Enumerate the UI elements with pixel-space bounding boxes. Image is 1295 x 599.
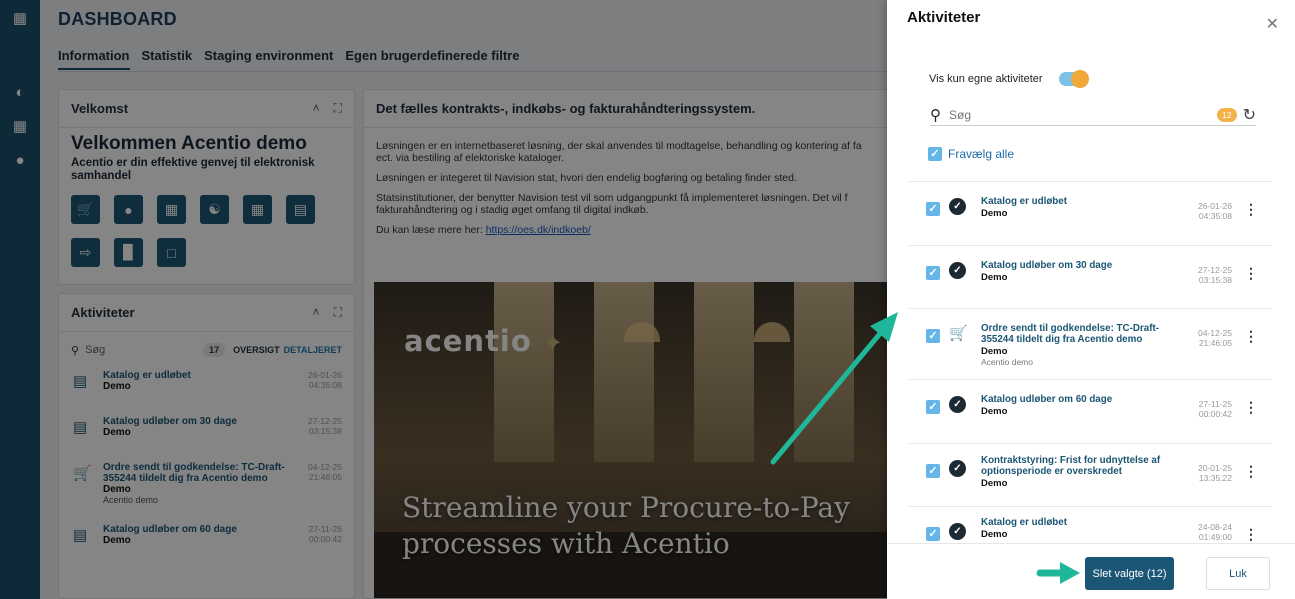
- list-item[interactable]: ✓ 🛒 Ordre sendt til godkendelse: TC-Draf…: [909, 309, 1272, 380]
- search-icon: ⚲: [930, 106, 941, 124]
- checkbox-icon[interactable]: ✓: [926, 329, 940, 343]
- more-menu-icon[interactable]: ⋮: [1244, 201, 1258, 218]
- list-item[interactable]: ✓ ✓ Katalog er udløbet Demo 26-01-26 04:35…: [909, 182, 1272, 246]
- activity-date-time: 04:35:08: [1198, 211, 1232, 221]
- more-menu-icon[interactable]: ⋮: [1244, 463, 1258, 480]
- activity-title-text: Katalog er udløbet: [981, 196, 1068, 207]
- activity-date: 20-01-25 13:35:22: [1198, 463, 1232, 483]
- drawer-title: Aktiviteter: [907, 9, 981, 26]
- checkbox-icon[interactable]: ✓: [926, 463, 940, 478]
- deselect-all-label: Fravælg alle: [948, 147, 1015, 161]
- drawer-search: ⚲ 12 ↻: [930, 104, 1256, 126]
- activity-title-text: Katalog udløber om 30 dage: [981, 259, 1113, 271]
- refresh-icon[interactable]: ↻: [1243, 105, 1256, 125]
- drawer-footer: Slet valgte (12) Luk: [887, 543, 1295, 599]
- activity-title: Katalog er udløbet Demo: [981, 517, 1173, 540]
- activity-date-day: 26-01-26: [1197, 201, 1232, 211]
- activity-date: 24-08-24 01:49:00: [1198, 522, 1232, 542]
- check-circle-icon: ✓: [949, 459, 966, 477]
- check-circle-icon: ✓: [949, 523, 966, 540]
- activity-sub: Demo: [981, 529, 1008, 540]
- activity-title: Katalog er udløbet Demo: [981, 196, 1173, 219]
- own-activities-toggle-row: Vis kun egne aktiviteter: [929, 70, 1089, 88]
- more-menu-icon[interactable]: ⋮: [1244, 399, 1258, 416]
- own-activities-toggle[interactable]: [1058, 70, 1089, 88]
- checkbox-icon[interactable]: ✓: [926, 400, 940, 414]
- more-menu-icon[interactable]: ⋮: [1244, 265, 1258, 282]
- drawer-activity-list: ✓ ✓ Katalog er udløbet Demo 26-01-26 04:35…: [909, 181, 1272, 543]
- checkbox-icon[interactable]: ✓: [926, 202, 940, 216]
- cart-icon: 🛒: [949, 325, 968, 342]
- drawer-search-input[interactable]: [949, 107, 1218, 122]
- activity-sub: Demo: [981, 477, 1008, 489]
- activity-title: Katalog udløber om 60 dage Demo: [981, 394, 1173, 417]
- activity-title-text: Katalog udløber om 60 dage: [981, 394, 1113, 405]
- activity-title-text: Katalog er udløbet: [981, 517, 1068, 528]
- activity-sub: Demo: [981, 406, 1008, 417]
- modal-backdrop[interactable]: [0, 0, 887, 599]
- activity-date-day: 20-01-25: [1197, 462, 1232, 473]
- app-root: { "rail": {"icons": ["apps-grid-icon","s…: [0, 0, 1295, 599]
- close-button[interactable]: Luk: [1206, 557, 1270, 590]
- check-circle-icon: ✓: [949, 396, 966, 413]
- activities-drawer: Aktiviteter ✕ Vis kun egne aktiviteter ⚲…: [887, 0, 1295, 599]
- activity-date: 04-12-25 21:46:05: [1198, 328, 1232, 348]
- check-circle-icon: ✓: [949, 261, 966, 279]
- more-menu-icon[interactable]: ⋮: [1244, 328, 1258, 345]
- delete-selected-button[interactable]: Slet valgte (12): [1085, 557, 1174, 590]
- count-badge: 12: [1217, 107, 1237, 122]
- checkbox-icon[interactable]: ✓: [926, 527, 940, 541]
- own-activities-label: Vis kun egne aktiviteter: [929, 73, 1043, 85]
- activity-date-time: 00:00:42: [1198, 409, 1232, 419]
- activity-sub: Demo: [981, 346, 1008, 357]
- list-item[interactable]: ✓ ✓ Kontraktstyring: Frist for udnyttels…: [909, 444, 1272, 507]
- activity-date: 26-01-26 04:35:08: [1198, 201, 1232, 221]
- activity-date-time: 13:35:22: [1198, 472, 1232, 483]
- activity-date: 27-11-25 00:00:42: [1199, 399, 1232, 419]
- toggle-knob: [1070, 70, 1089, 88]
- activity-title: Kontraktstyring: Frist for udnyttelse af…: [981, 455, 1176, 489]
- activity-title-text: Ordre sendt til godkendelse: TC-Draft-35…: [981, 323, 1159, 345]
- activity-sub: Demo: [981, 271, 1008, 283]
- activity-date-time: 21:46:05: [1198, 338, 1232, 348]
- checkbox-icon[interactable]: ✓: [928, 147, 942, 161]
- activity-date-time: 03:15:38: [1198, 274, 1232, 285]
- check-circle-icon: ✓: [949, 198, 966, 215]
- activity-title: Katalog udløber om 30 dage Demo: [981, 260, 1173, 283]
- activity-date-day: 27-12-25: [1197, 264, 1232, 275]
- list-item[interactable]: ✓ ✓ Katalog udløber om 30 dage Demo 27-12…: [909, 246, 1272, 309]
- list-item[interactable]: ✓ ✓ Katalog er udløbet Demo 24-08-24 01:49…: [909, 507, 1272, 543]
- activity-date-time: 01:49:00: [1198, 532, 1232, 542]
- activity-date-day: 04-12-25: [1197, 328, 1232, 338]
- deselect-all[interactable]: ✓ Fravælg alle: [928, 147, 1014, 161]
- activity-title: Ordre sendt til godkendelse: TC-Draft-35…: [981, 323, 1173, 368]
- activity-date-day: 24-08-24: [1197, 522, 1232, 532]
- activity-date: 27-12-25 03:15:38: [1198, 265, 1232, 285]
- checkbox-icon[interactable]: ✓: [926, 265, 940, 280]
- more-menu-icon[interactable]: ⋮: [1244, 526, 1258, 543]
- activity-sub: Demo: [981, 208, 1008, 219]
- close-icon[interactable]: ✕: [1266, 14, 1279, 34]
- activity-sub2: Acentio demo: [981, 357, 1033, 367]
- activity-date-day: 27-11-25: [1198, 399, 1232, 409]
- list-item[interactable]: ✓ ✓ Katalog udløber om 60 dage Demo 27-11…: [909, 380, 1272, 444]
- activity-title-text: Kontraktstyring: Frist for udnyttelse af…: [981, 454, 1161, 477]
